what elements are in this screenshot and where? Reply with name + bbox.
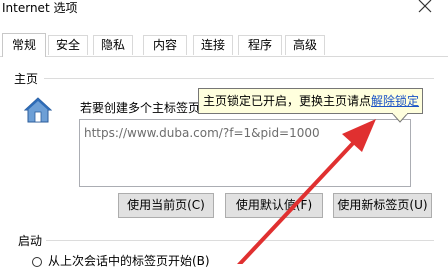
startup-separator xyxy=(46,240,434,241)
tab-general[interactable]: 常规 xyxy=(2,33,46,57)
tab-privacy[interactable]: 隐私 xyxy=(93,35,133,55)
home-icon xyxy=(23,97,53,126)
use-new-tab-button[interactable]: 使用新标签页(U) xyxy=(333,193,432,218)
tooltip-tail-icon xyxy=(392,113,408,123)
tab-advanced[interactable]: 高级 xyxy=(285,35,325,55)
homepage-separator xyxy=(44,78,434,79)
tab-programs[interactable]: 程序 xyxy=(238,35,282,55)
use-default-button[interactable]: 使用默认值(F) xyxy=(225,193,323,218)
startup-radio[interactable] xyxy=(32,257,42,267)
tab-connections[interactable]: 连接 xyxy=(193,35,233,55)
close-button[interactable] xyxy=(404,0,448,30)
close-icon xyxy=(418,0,432,13)
homepage-description: 若要创建多个主标签页 xyxy=(80,101,201,115)
lock-tooltip: 主页锁定已开启，更换主页请点解除锁定 xyxy=(198,88,423,114)
tooltip-text: 主页锁定已开启，更换主页请点 xyxy=(203,94,372,108)
use-current-page-button[interactable]: 使用当前页(C) xyxy=(118,193,214,218)
homepage-section-label: 主页 xyxy=(14,72,39,86)
tab-content[interactable]: 内容 xyxy=(143,35,187,55)
title-bar: Internet 选项 xyxy=(0,0,448,30)
startup-option-label: 从上次会话中的标签页开始(B) xyxy=(48,254,210,268)
window-title: Internet 选项 xyxy=(2,1,78,15)
homepage-url-textarea[interactable]: https://www.duba.com/?f=1&pid=1000 xyxy=(79,119,411,187)
startup-section-label: 启动 xyxy=(18,234,43,248)
tab-security[interactable]: 安全 xyxy=(48,35,88,55)
homepage-url-value: https://www.duba.com/?f=1&pid=1000 xyxy=(84,126,320,140)
unlock-link[interactable]: 解除锁定 xyxy=(371,94,419,108)
